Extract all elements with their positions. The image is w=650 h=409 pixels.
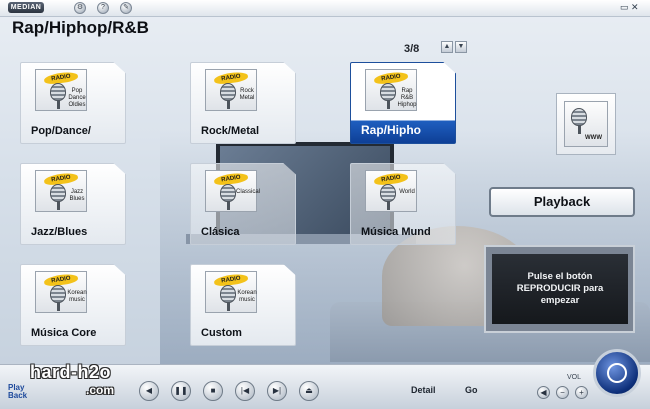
genre-tile-label: Pop/Dance/ xyxy=(31,125,91,137)
page-down-button[interactable]: ▼ xyxy=(455,41,467,53)
watermark-domain: .com xyxy=(86,383,115,397)
microphone-icon xyxy=(380,83,396,101)
playback-button[interactable]: Playback xyxy=(489,187,635,217)
microphone-stem xyxy=(227,302,230,311)
microphone-icon xyxy=(50,83,66,101)
genre-caption: World xyxy=(399,189,415,195)
volume-label: VOL xyxy=(567,374,582,381)
radio-icon: RADIO Pop Dance Oldies xyxy=(35,69,87,111)
genre-tile[interactable]: RADIO Rock Metal Rock/Metal xyxy=(190,62,296,144)
genre-caption: Korean music xyxy=(67,290,87,303)
next-button[interactable]: ▶| xyxy=(267,381,287,401)
mute-icon[interactable]: ◀ xyxy=(537,386,550,399)
genre-caption: Korean music xyxy=(237,290,257,303)
top-bar: MEDIAN ⚙ ? ✎ ▭ ✕ xyxy=(0,0,650,17)
radio-icon: RADIO World xyxy=(365,170,417,212)
power-icon xyxy=(607,363,627,383)
genre-caption: Jazz Blues xyxy=(69,189,85,202)
radio-icon: RADIO Rock Metal xyxy=(205,69,257,111)
genre-caption: Rap R&B Hiphop xyxy=(397,88,417,108)
genre-tile[interactable]: RADIO Pop Dance Oldies Pop/Dance/ xyxy=(20,62,126,144)
go-button[interactable]: Go xyxy=(465,385,478,395)
message-text: Pulse el botón REPRODUCIR para empezar xyxy=(492,254,628,324)
microphone-icon xyxy=(380,184,396,202)
www-radio-tile[interactable]: WWW xyxy=(556,93,616,155)
www-label: WWW xyxy=(585,135,602,141)
previous-button[interactable]: |◀ xyxy=(235,381,255,401)
stop-button[interactable]: ■ xyxy=(203,381,223,401)
message-panel: Pulse el botón REPRODUCIR para empezar xyxy=(484,245,635,333)
genre-tile-label: Custom xyxy=(201,327,242,339)
genre-tile-label: Música Mund xyxy=(361,226,431,238)
genre-tile-label: Rap/Hipho xyxy=(361,123,421,137)
genre-tile[interactable]: RADIO Jazz Blues Jazz/Blues xyxy=(20,163,126,245)
microphone-stem xyxy=(387,100,390,109)
playback-logo: Play Back xyxy=(8,383,28,400)
page-indicator: 3/8 xyxy=(404,43,420,55)
radio-icon: RADIO Classical xyxy=(205,170,261,212)
microphone-icon xyxy=(220,285,236,303)
window-controls[interactable]: ▭ ✕ xyxy=(620,2,639,13)
rewind-button[interactable]: ◀ xyxy=(139,381,159,401)
genre-tile[interactable]: RADIO World Música Mund xyxy=(350,163,456,245)
microphone-icon xyxy=(571,108,587,126)
genre-tile[interactable]: RADIO Classical Clásica xyxy=(190,163,296,245)
microphone-icon xyxy=(220,83,236,101)
volume-knob[interactable] xyxy=(593,349,641,397)
eject-button[interactable]: ⏏ xyxy=(299,381,319,401)
microphone-stem xyxy=(387,201,390,210)
www-radio-icon: WWW xyxy=(564,101,608,147)
genre-tile[interactable]: RADIO Korean music Custom xyxy=(190,264,296,346)
microphone-stem xyxy=(57,302,60,311)
radio-icon: RADIO Korean music xyxy=(35,271,87,313)
genre-tile-label: Música Core xyxy=(31,327,97,339)
genre-tile[interactable]: RADIO Korean music Música Core xyxy=(20,264,126,346)
watermark-text: hard-h2o xyxy=(30,362,112,382)
microphone-icon xyxy=(50,285,66,303)
page-title: Rap/Hiphop/R&B xyxy=(12,18,149,37)
pause-button[interactable]: ❚❚ xyxy=(171,381,191,401)
genre-caption: Classical xyxy=(236,189,261,195)
microphone-stem xyxy=(227,201,230,210)
app-logo: MEDIAN xyxy=(8,2,44,13)
help-icon[interactable]: ? xyxy=(97,2,109,14)
detail-button[interactable]: Detail xyxy=(411,385,436,395)
microphone-icon xyxy=(50,184,66,202)
volume-up-button[interactable]: + xyxy=(575,386,588,399)
genre-caption: Rock Metal xyxy=(239,88,255,101)
radio-icon: RADIO Korean music xyxy=(205,271,257,313)
microphone-icon xyxy=(220,184,236,202)
genre-caption: Pop Dance Oldies xyxy=(68,88,86,108)
settings-icon[interactable]: ⚙ xyxy=(74,2,86,14)
genre-tile-label: Clásica xyxy=(201,226,240,238)
page-up-button[interactable]: ▲ xyxy=(441,41,453,53)
genre-tile[interactable]: RADIO Rap R&B Hiphop Rap/Hipho xyxy=(350,62,456,144)
microphone-stem xyxy=(578,125,581,134)
volume-down-button[interactable]: − xyxy=(556,386,569,399)
microphone-stem xyxy=(57,100,60,109)
radio-icon: RADIO Jazz Blues xyxy=(35,170,87,212)
microphone-stem xyxy=(227,100,230,109)
tools-icon[interactable]: ✎ xyxy=(120,2,132,14)
microphone-stem xyxy=(57,201,60,210)
radio-icon: RADIO Rap R&B Hiphop xyxy=(365,69,417,111)
genre-tile-label: Jazz/Blues xyxy=(31,226,88,238)
genre-tile-label: Rock/Metal xyxy=(201,125,260,137)
